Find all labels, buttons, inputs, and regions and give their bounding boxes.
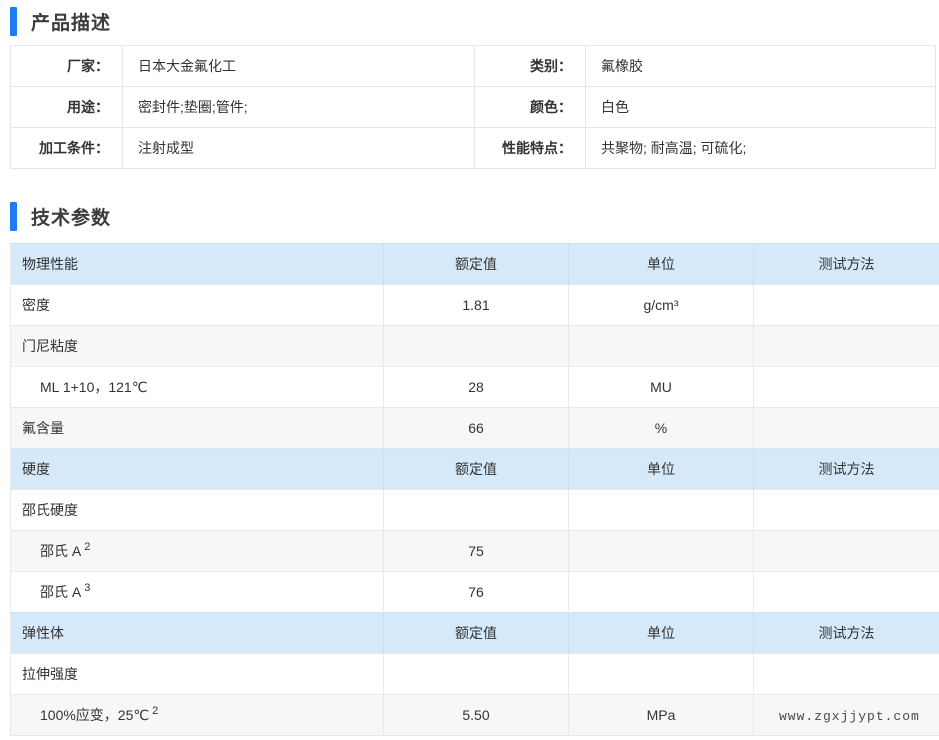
property-name: 邵氏 A3: [11, 572, 384, 613]
property-name: 邵氏硬度: [11, 490, 384, 531]
col-header-rated-value: 额定值: [384, 449, 569, 490]
color-label: 颜色：: [475, 87, 586, 128]
group-header-elastomer: 弹性体 额定值 单位 测试方法: [11, 613, 939, 654]
tech-section-title: 技术参数: [31, 203, 111, 230]
rated-value: [384, 654, 569, 695]
tech-params-table: 物理性能 额定值 单位 测试方法 密度 1.81 g/cm³ 门尼粘度 ML 1…: [10, 243, 939, 736]
info-row-manufacturer-category: 厂家： 日本大金氟化工 类别： 氟橡胶: [11, 46, 936, 87]
col-header-test-method: 测试方法: [754, 244, 939, 285]
rated-value: [384, 326, 569, 367]
rated-value: 76: [384, 572, 569, 613]
product-info-table: 厂家： 日本大金氟化工 类别： 氟橡胶 用途： 密封件;垫圈;管件; 颜色： 白…: [10, 45, 936, 169]
row-fluorine-content: 氟含量 66 %: [11, 408, 939, 449]
property-name: 拉伸强度: [11, 654, 384, 695]
group-name-hardness: 硬度: [11, 449, 384, 490]
unit: [569, 326, 754, 367]
unit: [569, 572, 754, 613]
col-header-rated-value: 额定值: [384, 244, 569, 285]
property-name: 门尼粘度: [11, 326, 384, 367]
unit: MPa: [569, 695, 754, 736]
footnote-superscript: 2: [152, 705, 158, 717]
rated-value: 66: [384, 408, 569, 449]
tech-section-header: 技术参数: [10, 200, 939, 232]
property-name: 100%应变，25℃2: [11, 695, 384, 736]
accent-bar: [10, 202, 17, 231]
row-density: 密度 1.81 g/cm³: [11, 285, 939, 326]
row-ml-121: ML 1+10，121℃ 28 MU: [11, 367, 939, 408]
col-header-rated-value: 额定值: [384, 613, 569, 654]
test-method: [754, 572, 939, 613]
property-name: 邵氏 A2: [11, 531, 384, 572]
features-value: 共聚物; 耐高温; 可硫化;: [586, 128, 936, 169]
rated-value: 5.50: [384, 695, 569, 736]
manufacturer-label: 厂家：: [11, 46, 123, 87]
test-method: [754, 285, 939, 326]
product-section-header: 产品描述: [10, 5, 939, 37]
footnote-superscript: 2: [84, 541, 90, 553]
row-tensile-strength: 拉伸强度: [11, 654, 939, 695]
manufacturer-value: 日本大金氟化工: [123, 46, 475, 87]
unit: [569, 531, 754, 572]
group-name-elastomer: 弹性体: [11, 613, 384, 654]
rated-value: 1.81: [384, 285, 569, 326]
unit: %: [569, 408, 754, 449]
category-label: 类别：: [475, 46, 586, 87]
test-method: [754, 367, 939, 408]
rated-value: 75: [384, 531, 569, 572]
row-mooney-viscosity: 门尼粘度: [11, 326, 939, 367]
processing-value: 注射成型: [123, 128, 475, 169]
unit: [569, 654, 754, 695]
watermark-text: www.zgxjjypt.com: [779, 707, 915, 727]
footnote-superscript: 3: [84, 582, 90, 594]
unit: MU: [569, 367, 754, 408]
test-method: [754, 326, 939, 367]
row-shore-hardness: 邵氏硬度: [11, 490, 939, 531]
col-header-test-method: 测试方法: [754, 449, 939, 490]
col-header-unit: 单位: [569, 449, 754, 490]
property-name: 密度: [11, 285, 384, 326]
rated-value: [384, 490, 569, 531]
usage-label: 用途：: [11, 87, 123, 128]
unit: [569, 490, 754, 531]
group-header-physical: 物理性能 额定值 单位 测试方法: [11, 244, 939, 285]
category-value: 氟橡胶: [586, 46, 936, 87]
accent-bar: [10, 7, 17, 36]
processing-label: 加工条件：: [11, 128, 123, 169]
property-name: 氟含量: [11, 408, 384, 449]
product-section-title: 产品描述: [31, 8, 111, 35]
property-name: ML 1+10，121℃: [11, 367, 384, 408]
info-row-processing-features: 加工条件： 注射成型 性能特点： 共聚物; 耐高温; 可硫化;: [11, 128, 936, 169]
test-method: [754, 408, 939, 449]
unit: g/cm³: [569, 285, 754, 326]
row-shore-a-2: 邵氏 A2 75: [11, 531, 939, 572]
test-method: [754, 490, 939, 531]
col-header-test-method: 测试方法: [754, 613, 939, 654]
row-shore-a-3: 邵氏 A3 76: [11, 572, 939, 613]
color-value: 白色: [586, 87, 936, 128]
group-header-hardness: 硬度 额定值 单位 测试方法: [11, 449, 939, 490]
features-label: 性能特点：: [475, 128, 586, 169]
test-method: [754, 531, 939, 572]
test-method: [754, 654, 939, 695]
col-header-unit: 单位: [569, 613, 754, 654]
col-header-unit: 单位: [569, 244, 754, 285]
product-spec-page: 产品描述 厂家： 日本大金氟化工 类别： 氟橡胶 用途： 密封件;垫圈;管件; …: [0, 0, 939, 740]
usage-value: 密封件;垫圈;管件;: [123, 87, 475, 128]
rated-value: 28: [384, 367, 569, 408]
group-name-physical: 物理性能: [11, 244, 384, 285]
info-row-usage-color: 用途： 密封件;垫圈;管件; 颜色： 白色: [11, 87, 936, 128]
